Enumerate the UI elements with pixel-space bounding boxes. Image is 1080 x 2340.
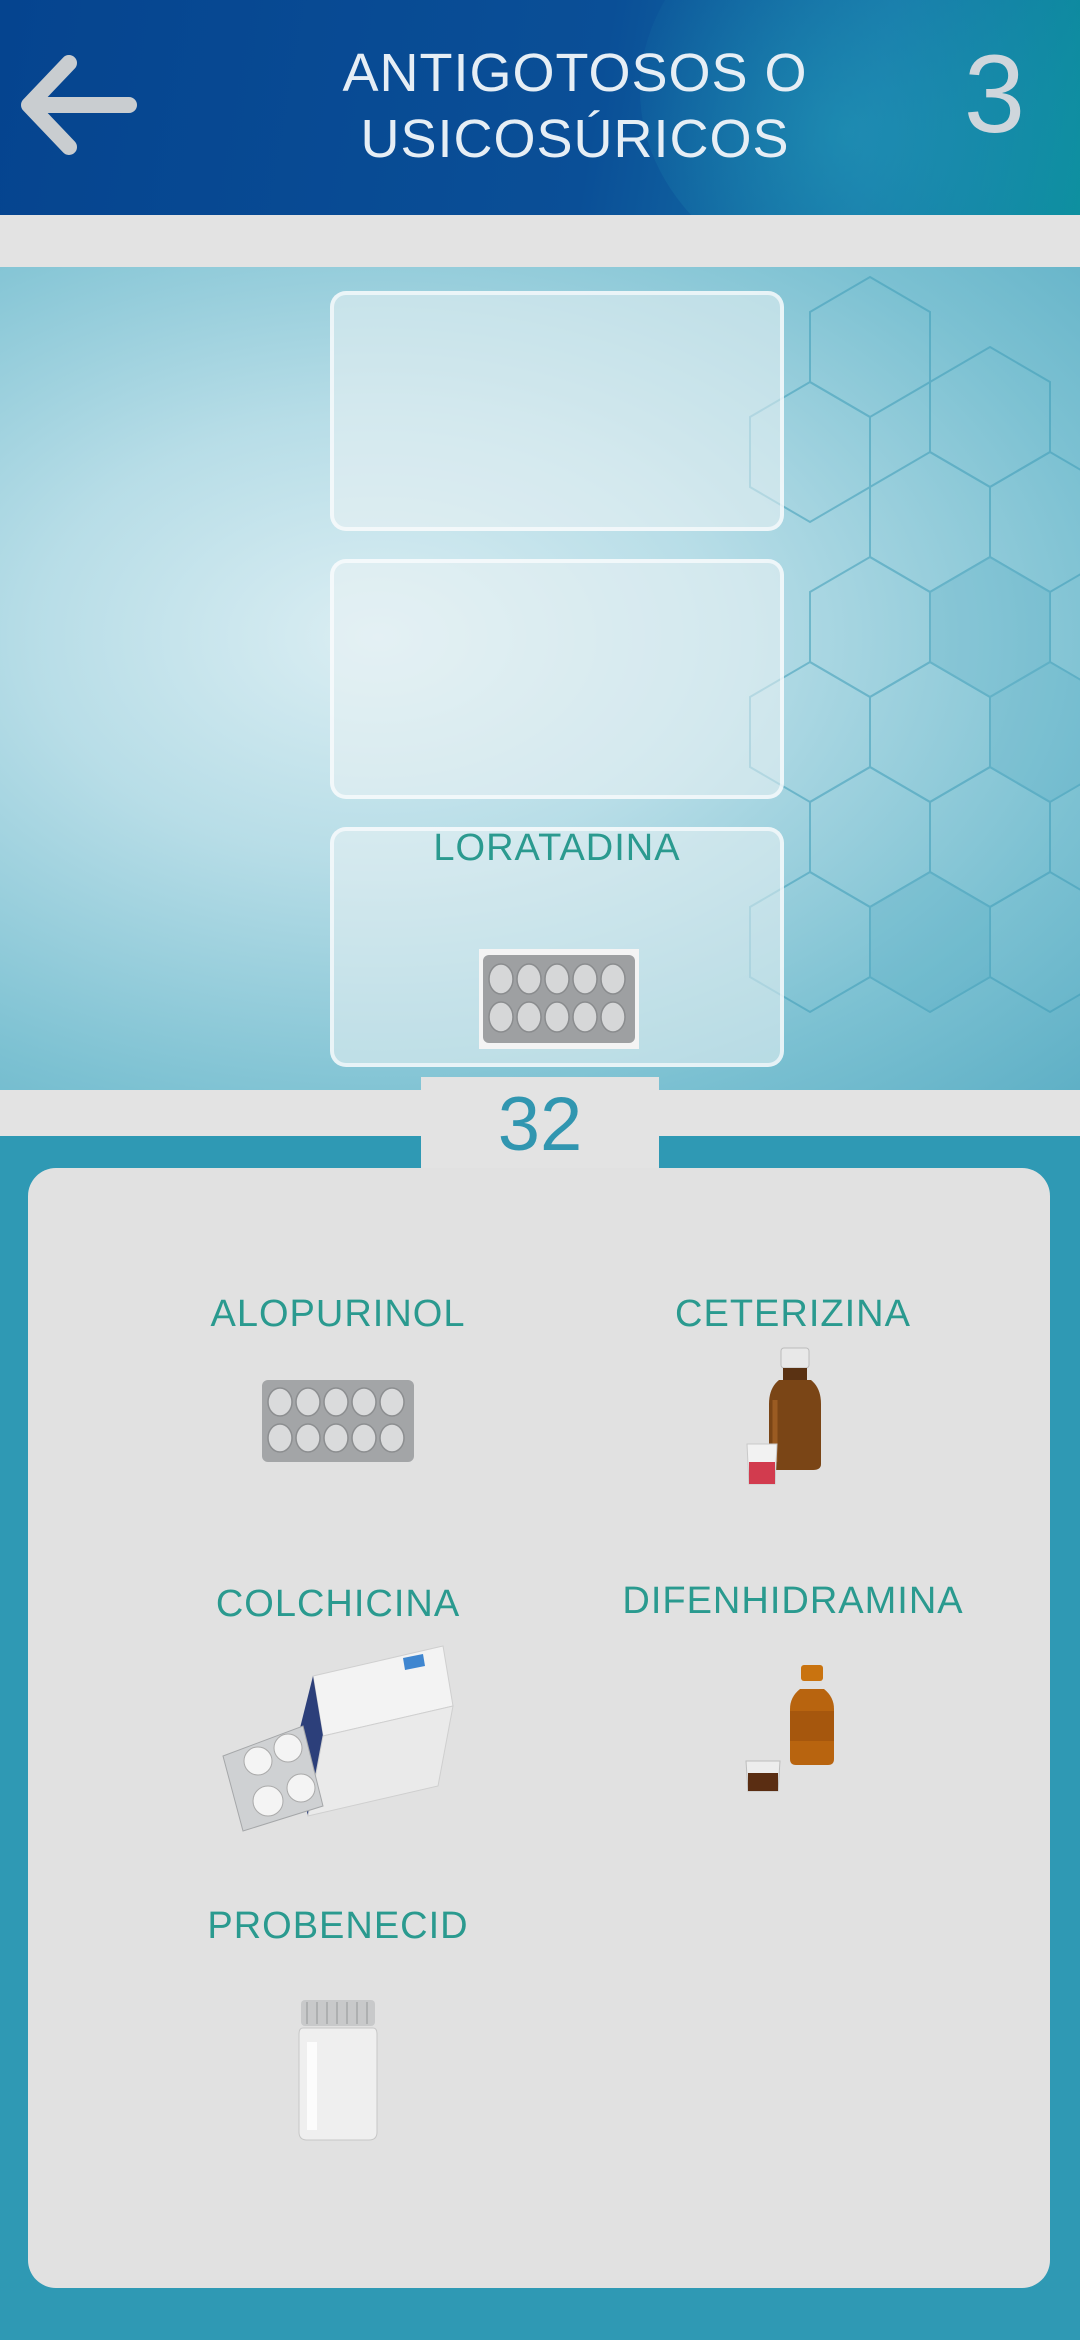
top-bar: ANTIGOTOSOS O USICOSÚRICOS 3 bbox=[0, 0, 1080, 215]
option-label: COLCHICINA bbox=[215, 1583, 461, 1625]
answer-slot-1[interactable] bbox=[330, 291, 784, 531]
answer-slot-3[interactable]: LORATADINA bbox=[330, 827, 784, 1067]
drop-area: LORATADINA bbox=[0, 267, 1080, 1090]
category-title-line2: USICOSÚRICOS bbox=[360, 109, 790, 169]
syrup-bottle-icon bbox=[746, 1347, 821, 1485]
answer-slot-2[interactable] bbox=[330, 559, 784, 799]
option-label: PROBENECID bbox=[207, 1905, 469, 1947]
option-card-ceterizina[interactable]: CETERIZINA bbox=[583, 1293, 1003, 1494]
option-card-colchicina[interactable]: COLCHICINA bbox=[128, 1583, 548, 1836]
option-label: CETERIZINA bbox=[675, 1293, 911, 1335]
option-card-alopurinol[interactable]: ALOPURINOL bbox=[128, 1293, 548, 1466]
answer-slot-label: LORATADINA bbox=[433, 827, 681, 869]
options-panel: ALOPURINOL CETERIZINA COLCHICINA DIFENHI… bbox=[28, 1168, 1050, 2288]
category-title: ANTIGOTOSOS O USICOSÚRICOS bbox=[250, 40, 900, 172]
back-button[interactable] bbox=[18, 55, 138, 155]
pill-box-icon bbox=[222, 1645, 454, 1832]
option-label: DIFENHIDRAMINA bbox=[622, 1580, 964, 1622]
level-number: 3 bbox=[963, 33, 1025, 156]
category-title-line1: ANTIGOTOSOS O bbox=[342, 43, 808, 103]
option-card-probenecid[interactable]: PROBENECID bbox=[128, 1905, 548, 2146]
option-card-difenhidramina[interactable]: DIFENHIDRAMINA bbox=[583, 1580, 1003, 1803]
pill-bottle-icon bbox=[298, 2000, 378, 2141]
arrow-left-icon bbox=[21, 55, 137, 155]
divider-strip bbox=[0, 215, 1080, 267]
blister-pack-icon bbox=[262, 1380, 414, 1462]
score-counter: 32 bbox=[421, 1077, 659, 1172]
option-label: ALOPURINOL bbox=[210, 1293, 466, 1335]
blister-pack-icon bbox=[479, 949, 639, 1049]
small-syrup-bottle-icon bbox=[745, 1665, 834, 1792]
